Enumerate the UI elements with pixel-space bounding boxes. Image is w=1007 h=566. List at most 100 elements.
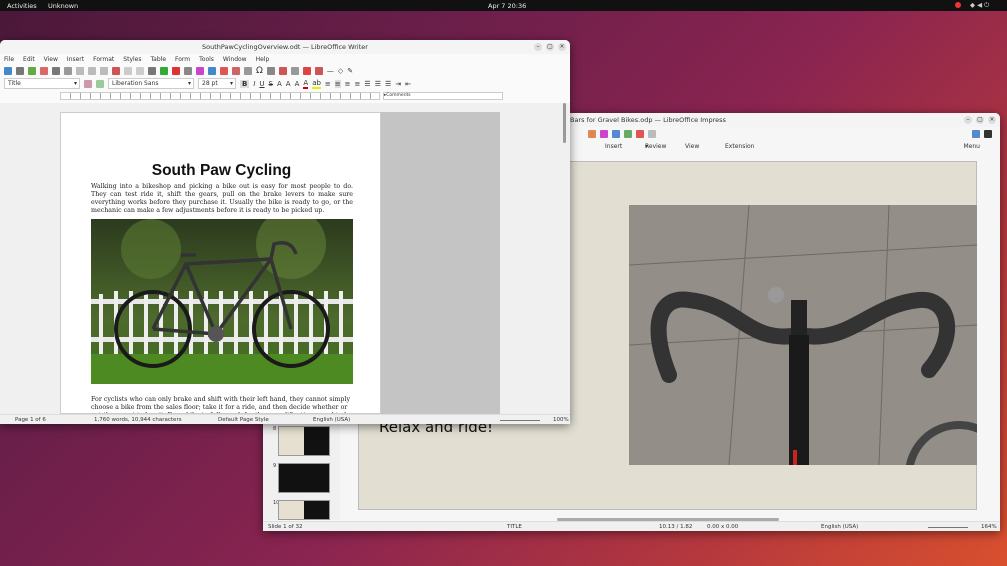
draw-icon[interactable]: ✎ [347, 67, 353, 75]
find-replace-icon[interactable] [148, 66, 156, 75]
cut-icon[interactable] [76, 66, 84, 75]
slide-thumbnail[interactable] [278, 500, 330, 520]
menu-help[interactable]: Help [256, 56, 270, 63]
hyperlink-icon[interactable] [266, 66, 275, 75]
vertical-scrollbar[interactable] [563, 103, 566, 143]
update-style-icon[interactable] [84, 79, 92, 88]
bold-button[interactable]: B [240, 79, 250, 88]
font-color-button[interactable]: A [303, 79, 309, 89]
system-tray-icons[interactable]: ◆ ◀ ⏻ [970, 1, 989, 10]
numbering-button[interactable]: ☰ [375, 80, 381, 88]
table-icon[interactable] [184, 66, 192, 75]
highlight-button[interactable]: ab [312, 79, 321, 89]
word-count[interactable]: 1,760 words, 10,944 characters [94, 417, 182, 423]
justify-button[interactable]: ≡ [355, 80, 361, 88]
new-document-icon[interactable] [4, 66, 12, 75]
formatting-marks-icon[interactable] [172, 66, 180, 75]
maximize-button[interactable]: ▢ [976, 116, 984, 124]
align-right-button[interactable]: ≡ [345, 80, 351, 88]
tab-extension[interactable]: Extension [725, 143, 765, 150]
menu-form[interactable]: Form [175, 56, 190, 63]
line-icon[interactable]: — [327, 67, 334, 75]
slide-thumbnail[interactable] [278, 463, 330, 493]
page[interactable]: South Paw Cycling Walking into a bikesho… [60, 112, 381, 414]
language[interactable]: English (USA) [821, 524, 858, 530]
spellcheck-icon[interactable] [624, 129, 632, 138]
zoom-slider[interactable] [500, 420, 540, 421]
print-icon[interactable] [52, 66, 60, 75]
copy-icon[interactable] [88, 66, 96, 75]
comments-ruler-label[interactable]: ▸Comments [383, 92, 503, 100]
image-icon[interactable] [196, 66, 204, 75]
close-button[interactable]: × [988, 116, 996, 124]
italic-button[interactable]: I [253, 80, 255, 88]
chart-icon[interactable] [208, 66, 216, 75]
gear-icon[interactable] [984, 129, 992, 138]
menu-edit[interactable]: Edit [23, 56, 35, 63]
save-icon[interactable] [28, 66, 36, 75]
menu-view[interactable]: View [44, 56, 58, 63]
handlebar-photo[interactable] [629, 205, 977, 465]
comment-icon[interactable] [302, 66, 311, 75]
undo-icon[interactable] [124, 66, 132, 75]
shapes-icon[interactable]: ◇ [338, 67, 343, 75]
zoom-level[interactable]: 100% [553, 417, 569, 423]
strikethrough-button[interactable]: S [269, 80, 273, 88]
outdent-button[interactable]: ⇤ [405, 80, 411, 88]
toolbar-icon[interactable] [588, 129, 596, 138]
menu-styles[interactable]: Styles [123, 56, 141, 63]
record-icon[interactable] [955, 2, 961, 8]
tab-insert[interactable]: Insert [605, 143, 645, 150]
tab-view[interactable]: View [685, 143, 725, 150]
redo-icon[interactable] [136, 66, 144, 75]
view-icon[interactable] [648, 129, 656, 138]
paragraph[interactable]: For cyclists who can only brake and shif… [91, 396, 353, 413]
bullets-button[interactable]: ☰ [364, 80, 370, 88]
page-count[interactable]: Page 1 of 6 [15, 417, 46, 423]
paste-icon[interactable] [100, 66, 108, 75]
menu-format[interactable]: Format [93, 56, 114, 63]
menu-button[interactable]: Menu [964, 143, 980, 150]
font-size-select[interactable]: 28 pt [198, 78, 236, 89]
align-left-button[interactable]: ≡ [325, 80, 331, 88]
menu-tools[interactable]: Tools [199, 56, 214, 63]
outline-button[interactable]: ☰ [385, 80, 391, 88]
textbox-icon[interactable] [220, 66, 228, 75]
menu-window[interactable]: Window [223, 56, 247, 63]
menu-file[interactable]: File [4, 56, 14, 63]
paragraph-style-select[interactable]: Title [4, 78, 80, 89]
page-break-icon[interactable] [232, 66, 240, 75]
tab-review[interactable]: Review [645, 143, 685, 150]
open-icon[interactable] [16, 66, 24, 75]
superscript-button[interactable]: A [277, 80, 282, 88]
table-icon[interactable] [612, 129, 620, 138]
font-name-select[interactable]: Liberation Sans [108, 78, 194, 89]
ruler[interactable]: ▸Comments [60, 92, 503, 100]
align-center-button[interactable]: ≡ [334, 79, 341, 88]
special-character-icon[interactable]: Ω [256, 66, 263, 76]
bookmark-icon[interactable] [290, 66, 299, 75]
underline-button[interactable]: U [259, 80, 264, 88]
clear-formatting-button[interactable]: A [295, 80, 300, 88]
info-icon[interactable] [972, 129, 980, 138]
activities-button[interactable]: Activities [7, 2, 37, 10]
indent-button[interactable]: ⇥ [395, 80, 401, 88]
document-heading[interactable]: South Paw Cycling [61, 162, 380, 180]
road-bike-photo[interactable] [91, 219, 353, 384]
new-style-icon[interactable] [96, 79, 104, 88]
comment-icon[interactable] [636, 129, 644, 138]
paragraph[interactable]: Walking into a bikeshop and picking a bi… [91, 183, 353, 215]
minimize-button[interactable]: – [964, 116, 972, 124]
clone-formatting-icon[interactable] [112, 66, 120, 75]
language[interactable]: English (USA) [313, 417, 350, 423]
close-button[interactable]: × [558, 43, 566, 51]
menu-insert[interactable]: Insert [67, 56, 84, 63]
page-style[interactable]: Default Page Style [218, 417, 269, 423]
image-icon[interactable] [600, 129, 608, 138]
zoom-slider[interactable] [928, 527, 968, 528]
clock[interactable]: Apr 7 20:36 [488, 2, 526, 10]
spellcheck-icon[interactable] [160, 66, 168, 75]
track-changes-icon[interactable] [314, 66, 323, 75]
print-preview-icon[interactable] [64, 66, 72, 75]
footnote-icon[interactable] [278, 66, 287, 75]
